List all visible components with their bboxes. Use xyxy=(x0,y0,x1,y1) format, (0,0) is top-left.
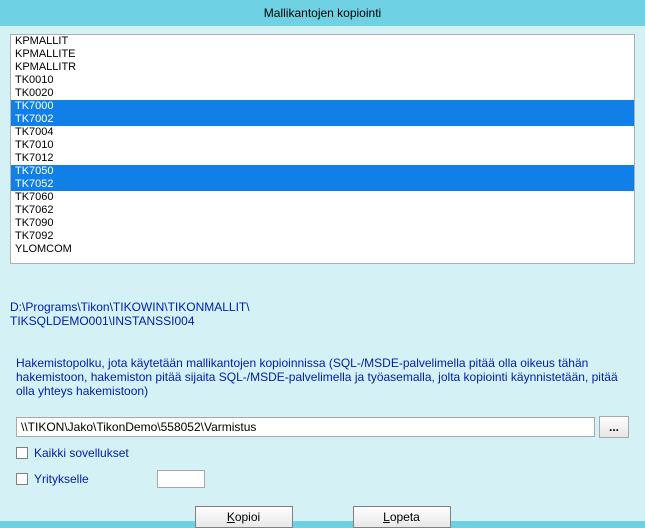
list-item[interactable]: TK7092 xyxy=(11,230,634,243)
help-text: Hakemistopolku, jota käytetään mallikant… xyxy=(10,356,635,398)
all-apps-row: Kaikki sovellukset xyxy=(10,446,635,460)
list-item[interactable]: TK7050 xyxy=(11,165,634,178)
browse-button[interactable]: ... xyxy=(599,416,629,438)
model-listbox[interactable]: KPMALLITKPMALLITEKPMALLITRTK0010TK0020TK… xyxy=(10,34,635,264)
list-item[interactable]: TK7012 xyxy=(11,152,634,165)
list-item[interactable]: TK7090 xyxy=(11,217,634,230)
button-row: Kopioi Lopeta xyxy=(10,506,635,528)
source-path-block: D:\Programs\Tikon\TIKOWIN\TIKONMALLIT\ T… xyxy=(10,300,635,328)
backup-path-row: ... xyxy=(10,416,635,438)
list-item[interactable]: TK0010 xyxy=(11,74,634,87)
ellipsis-icon: ... xyxy=(609,420,619,434)
yritys-input[interactable] xyxy=(157,470,205,488)
list-item[interactable]: TK7052 xyxy=(11,178,634,191)
source-path-line1: D:\Programs\Tikon\TIKOWIN\TIKONMALLIT\ xyxy=(10,300,635,314)
list-item[interactable]: TK7062 xyxy=(11,204,634,217)
list-item[interactable]: TK7010 xyxy=(11,139,634,152)
list-item[interactable]: YLOMCOM xyxy=(11,243,634,256)
all-apps-label: Kaikki sovellukset xyxy=(34,446,129,460)
list-item[interactable]: KPMALLITR xyxy=(11,61,634,74)
kopioi-button[interactable]: Kopioi xyxy=(195,506,293,528)
list-item[interactable]: TK0020 xyxy=(11,87,634,100)
source-path-line2: TIKSQLDEMO001\INSTANSSI004 xyxy=(10,314,635,328)
list-item[interactable]: TK7004 xyxy=(11,126,634,139)
list-item[interactable]: TK7000 xyxy=(11,100,634,113)
yritys-label: Yritykselle xyxy=(34,472,89,486)
window-title: Mallikantojen kopiointi xyxy=(264,6,381,20)
backup-path-input[interactable] xyxy=(16,417,595,437)
yritys-checkbox[interactable] xyxy=(16,473,28,485)
yritys-row: Yritykselle xyxy=(10,470,635,488)
lopeta-button[interactable]: Lopeta xyxy=(353,506,451,528)
list-item[interactable]: TK7002 xyxy=(11,113,634,126)
all-apps-checkbox[interactable] xyxy=(16,447,28,459)
list-item[interactable]: KPMALLIT xyxy=(11,35,634,48)
titlebar: Mallikantojen kopiointi xyxy=(0,0,645,26)
list-item[interactable]: KPMALLITE xyxy=(11,48,634,61)
window-body: KPMALLITKPMALLITEKPMALLITRTK0010TK0020TK… xyxy=(0,26,645,521)
list-item[interactable]: TK7060 xyxy=(11,191,634,204)
